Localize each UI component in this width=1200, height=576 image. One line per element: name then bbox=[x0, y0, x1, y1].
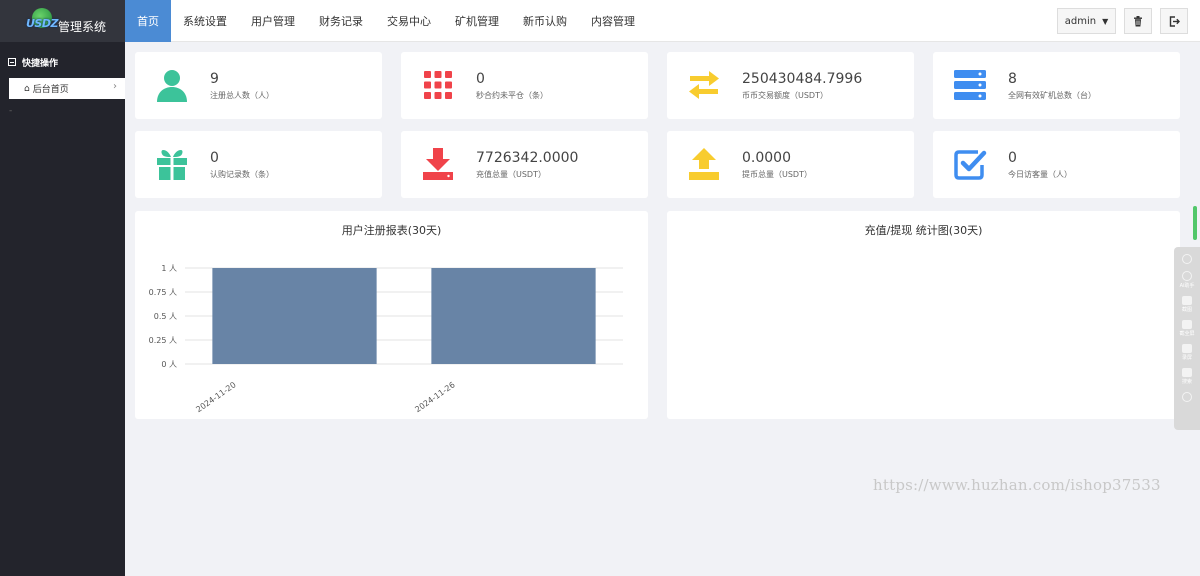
y-tick-label: 0.25 人 bbox=[149, 336, 177, 345]
sidebar-dash: - bbox=[9, 106, 13, 116]
camera-icon bbox=[1181, 296, 1192, 305]
logout-button[interactable] bbox=[1160, 8, 1188, 34]
tool-label: 搜索 bbox=[1181, 379, 1192, 385]
nav-item-new-coin-subscription[interactable]: 新币认购 bbox=[511, 0, 579, 42]
stat-label: 提币总量（USDT） bbox=[742, 170, 812, 179]
stat-value: 0 bbox=[1008, 150, 1017, 166]
download-icon bbox=[423, 148, 453, 180]
tool-label: 录屏 bbox=[1181, 355, 1192, 361]
grid-icon bbox=[424, 71, 452, 99]
nav-item-miner-management[interactable]: 矿机管理 bbox=[443, 0, 511, 42]
stat-card-open-contracts: 0 秒合约未平仓（条） bbox=[401, 52, 648, 119]
stat-value: 250430484.7996 bbox=[742, 71, 863, 87]
x-tick-label: 2024-11-20 bbox=[194, 380, 237, 414]
stat-label: 秒合约未平仓（条） bbox=[476, 91, 548, 100]
stat-label: 今日访客量（人） bbox=[1008, 170, 1072, 179]
floating-toolbar: Ai助手 截图 截全屏 录屏 搜索 bbox=[1174, 247, 1200, 430]
stat-value: 0.0000 bbox=[742, 150, 791, 166]
stat-card-active-miners: 8 全网有效矿机总数（台） bbox=[933, 52, 1180, 119]
gear-icon bbox=[1182, 392, 1192, 402]
clear-cache-button[interactable] bbox=[1124, 8, 1152, 34]
scroll-indicator bbox=[1193, 206, 1197, 240]
collapse-icon bbox=[8, 58, 16, 66]
nav-item-home[interactable]: 首页 bbox=[125, 0, 171, 42]
stat-value: 8 bbox=[1008, 71, 1017, 87]
user-icon bbox=[157, 70, 187, 102]
stat-card-total-deposits: 7726342.0000 充值总量（USDT） bbox=[401, 131, 648, 198]
settings-tool[interactable] bbox=[1182, 389, 1192, 402]
screenshot-tool[interactable]: 截图 bbox=[1181, 293, 1192, 313]
chart-title: 充值/提现 统计图(30天) bbox=[864, 224, 983, 237]
upload-icon bbox=[689, 148, 719, 180]
stat-card-total-withdrawals: 0.0000 提币总量（USDT） bbox=[667, 131, 914, 198]
top-nav-bar: 首页 系统设置 用户管理 财务记录 交易中心 矿机管理 新币认购 内容管理 ad… bbox=[125, 0, 1200, 42]
chart-panel-user-registration: 用户注册报表(30天) 0 人 0.25 人 0.5 人 0.75 人1 人 2024-… bbox=[135, 211, 648, 419]
x-tick-label: 2024-11-26 bbox=[413, 380, 456, 414]
stat-card-registered-users: 9 注册总人数（人） bbox=[135, 52, 382, 119]
nav-item-finance-records[interactable]: 财务记录 bbox=[307, 0, 375, 42]
bar bbox=[431, 268, 596, 364]
logo-title: 管理系统 bbox=[58, 19, 107, 34]
fullscreen-capture-tool[interactable]: 截全屏 bbox=[1179, 317, 1195, 337]
stat-card-today-visitors: 0 今日访客量（人） bbox=[933, 131, 1180, 198]
ai-icon bbox=[1182, 271, 1192, 281]
logo-mark: USDZ bbox=[26, 8, 58, 34]
sidebar: USDZ 管理系统 快捷操作 ⌂ 后台首页 › - bbox=[0, 0, 125, 576]
shield-icon bbox=[1182, 254, 1192, 264]
top-right-actions: admin ▼ bbox=[1049, 8, 1188, 34]
y-tick-label: 1 人 bbox=[161, 264, 177, 273]
admin-username: admin bbox=[1064, 15, 1097, 27]
logo-mark-text: USDZ bbox=[26, 17, 58, 30]
search-tool[interactable]: 搜索 bbox=[1181, 365, 1192, 385]
registration-bar-chart: 0 人 0.25 人 0.5 人 0.75 人 1 人 2024-11-20 2024-11… bbox=[149, 264, 623, 414]
stat-card-subscription-records: 0 认购记录数（条） bbox=[135, 131, 382, 198]
tool-label: 截全屏 bbox=[1179, 331, 1195, 337]
logo[interactable]: USDZ 管理系统 bbox=[0, 0, 125, 42]
nav-item-system-settings[interactable]: 系统设置 bbox=[171, 0, 239, 42]
stat-value: 7726342.0000 bbox=[476, 150, 579, 166]
checkbox-icon bbox=[954, 150, 987, 180]
chevron-right-icon: › bbox=[113, 81, 117, 92]
stat-label: 币币交易额度（USDT） bbox=[742, 91, 828, 100]
stat-label: 全网有效矿机总数（台） bbox=[1008, 91, 1096, 100]
stat-card-trade-volume: 250430484.7996 币币交易额度（USDT） bbox=[667, 52, 914, 119]
nav-item-content-management[interactable]: 内容管理 bbox=[579, 0, 647, 42]
ai-assistant-tool[interactable]: Ai助手 bbox=[1179, 268, 1195, 289]
y-tick-label: 0.75 人 bbox=[149, 288, 177, 297]
record-icon bbox=[1181, 344, 1192, 353]
search-icon bbox=[1181, 368, 1192, 377]
sidebar-item-dashboard[interactable]: ⌂ 后台首页 › bbox=[9, 78, 125, 99]
stat-label: 充值总量（USDT） bbox=[476, 170, 546, 179]
caret-down-icon: ▼ bbox=[1102, 16, 1109, 26]
fullscreen-icon bbox=[1181, 320, 1192, 329]
sidebar-item-label: 后台首页 bbox=[32, 85, 69, 95]
stat-label: 注册总人数（人） bbox=[210, 91, 274, 100]
nav-item-user-management[interactable]: 用户管理 bbox=[239, 0, 307, 42]
y-tick-label: 0 人 bbox=[161, 360, 177, 369]
sidebar-section-quick-actions[interactable]: 快捷操作 bbox=[0, 42, 125, 82]
server-icon bbox=[954, 70, 986, 100]
watermark: https://www.huzhan.com/ishop37533 bbox=[873, 476, 1161, 494]
stat-value: 0 bbox=[210, 150, 219, 166]
logout-icon bbox=[1169, 15, 1180, 27]
stat-value: 9 bbox=[210, 71, 219, 87]
tool-label: Ai助手 bbox=[1179, 283, 1195, 289]
gift-icon bbox=[157, 150, 187, 180]
admin-user-dropdown[interactable]: admin ▼ bbox=[1057, 8, 1116, 34]
home-icon: ⌂ bbox=[24, 83, 30, 94]
bar bbox=[212, 268, 377, 364]
nav-item-trading-center[interactable]: 交易中心 bbox=[375, 0, 443, 42]
y-tick-label: 0.5 人 bbox=[154, 312, 177, 321]
screen-record-tool[interactable]: 录屏 bbox=[1181, 341, 1192, 361]
shield-tool[interactable] bbox=[1182, 251, 1192, 264]
tool-label: 截图 bbox=[1181, 307, 1192, 313]
chart-panel-deposit-withdrawal: 充值/提现 统计图(30天) bbox=[667, 211, 1180, 419]
stat-value: 0 bbox=[476, 71, 485, 87]
exchange-icon bbox=[689, 71, 719, 99]
stat-label: 认购记录数（条） bbox=[210, 170, 274, 179]
main-nav: 首页 系统设置 用户管理 财务记录 交易中心 矿机管理 新币认购 内容管理 bbox=[125, 0, 1200, 42]
sidebar-section-label: 快捷操作 bbox=[22, 58, 59, 69]
trash-icon bbox=[1134, 15, 1142, 26]
